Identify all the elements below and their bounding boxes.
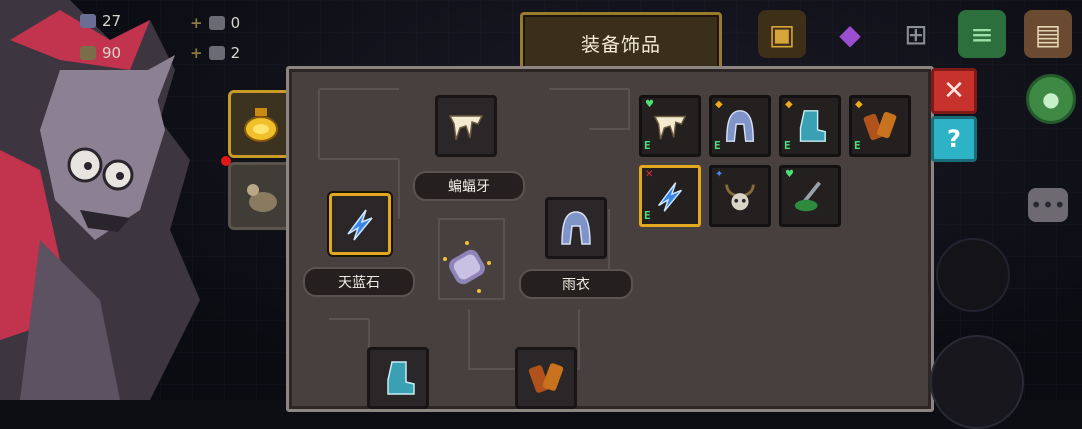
boot-icon <box>799 110 826 142</box>
inventory-slot-1[interactable]: ♥ E <box>639 95 701 157</box>
fang-icon <box>448 115 484 141</box>
equip-slot-right[interactable] <box>545 197 607 259</box>
scroll-core-icon <box>443 241 491 293</box>
gem-mark-icon: ◆ <box>715 99 723 110</box>
help-button[interactable]: ? <box>931 116 977 162</box>
heart-mark-icon: ♥ <box>645 99 654 110</box>
equipped-tag: E <box>784 139 791 152</box>
equip-slot-left[interactable] <box>329 193 391 255</box>
gem-mark-icon: ◆ <box>855 99 863 110</box>
gem-mark-icon: ◆ <box>785 99 793 110</box>
green-wand-icon <box>794 181 821 212</box>
equipped-tag: E <box>644 209 651 222</box>
chat-bubble-icon: ● <box>1042 87 1060 111</box>
gold-counter: 90 <box>80 44 121 62</box>
skill-joystick[interactable] <box>936 238 1010 312</box>
equipped-tag: E <box>854 139 861 152</box>
raincoat-icon <box>561 211 591 245</box>
heart-mark-icon: ♥ <box>785 169 794 180</box>
coin-icon <box>80 46 96 60</box>
item2-counter: + 2 <box>190 44 240 62</box>
fang-icon <box>653 115 687 140</box>
backpack-icon[interactable]: ▤ <box>1024 10 1072 58</box>
star-mark-icon: ✦ <box>715 169 724 180</box>
cross-mark-icon: ✕ <box>645 169 654 180</box>
equipped-tag: E <box>644 139 651 152</box>
gem-count: 27 <box>102 12 122 30</box>
menu-list-icon[interactable]: ≡ <box>958 10 1006 58</box>
boot-icon <box>387 361 415 395</box>
equip-slot-top[interactable] <box>435 95 497 157</box>
inventory-slot-2[interactable]: ◆ E <box>709 95 771 157</box>
inventory-slot-6[interactable]: ✦ <box>709 165 771 227</box>
skull-necklace-icon <box>725 184 755 211</box>
gold-count: 90 <box>102 44 122 62</box>
diamond-shop-icon[interactable]: ◆ <box>826 10 874 58</box>
attack-joystick[interactable] <box>930 335 1024 429</box>
equip-label-top: 蝙蝠牙 <box>413 171 525 201</box>
center-core <box>437 237 497 297</box>
cart-icon[interactable]: ⊞ <box>892 10 940 58</box>
sidebar-tab-potion[interactable] <box>228 90 294 158</box>
plus-icon: + <box>190 14 203 32</box>
item2-count: 2 <box>230 44 241 62</box>
leather-gloves-icon <box>863 111 897 141</box>
plus-icon: + <box>190 44 203 62</box>
inventory-slot-5[interactable]: ✕ E <box>639 165 701 227</box>
accessory-panel: 蝙蝠牙 天蓝石 雨衣 ♥ E ◆ E ◆ E ◆ E ✕ E ✦ ♥ <box>286 66 934 412</box>
treasure-chest-icon[interactable]: ▣ <box>758 10 806 58</box>
item1-counter: + 0 <box>190 14 240 32</box>
raincoat-icon <box>725 110 755 142</box>
inventory-slot-7[interactable]: ♥ <box>779 165 841 227</box>
leather-gloves-icon <box>528 363 564 393</box>
material-icon <box>208 46 225 60</box>
emote-button[interactable]: ● <box>1026 74 1076 124</box>
chat-button[interactable]: ••• <box>1028 188 1068 222</box>
material-icon <box>208 16 225 30</box>
pouch-icon <box>247 184 277 212</box>
close-button[interactable]: ✕ <box>931 68 977 114</box>
inventory-slot-4[interactable]: ◆ E <box>849 95 911 157</box>
golden-flask-icon <box>244 108 278 142</box>
equip-label-left: 天蓝石 <box>303 267 415 297</box>
notification-dot <box>221 156 231 166</box>
blue-crystal-icon <box>658 182 682 212</box>
equipped-tag: E <box>714 139 721 152</box>
gem-counter: 27 <box>80 12 121 30</box>
sidebar-tab-accessory[interactable] <box>228 162 294 230</box>
inventory-slot-3[interactable]: ◆ E <box>779 95 841 157</box>
blue-crystal-icon <box>347 209 373 241</box>
equip-label-right: 雨衣 <box>519 269 633 299</box>
item1-count: 0 <box>230 14 241 32</box>
page-title: 装备饰品 <box>520 12 722 74</box>
gem-icon <box>80 14 96 28</box>
chat-icon: ••• <box>1030 193 1066 217</box>
